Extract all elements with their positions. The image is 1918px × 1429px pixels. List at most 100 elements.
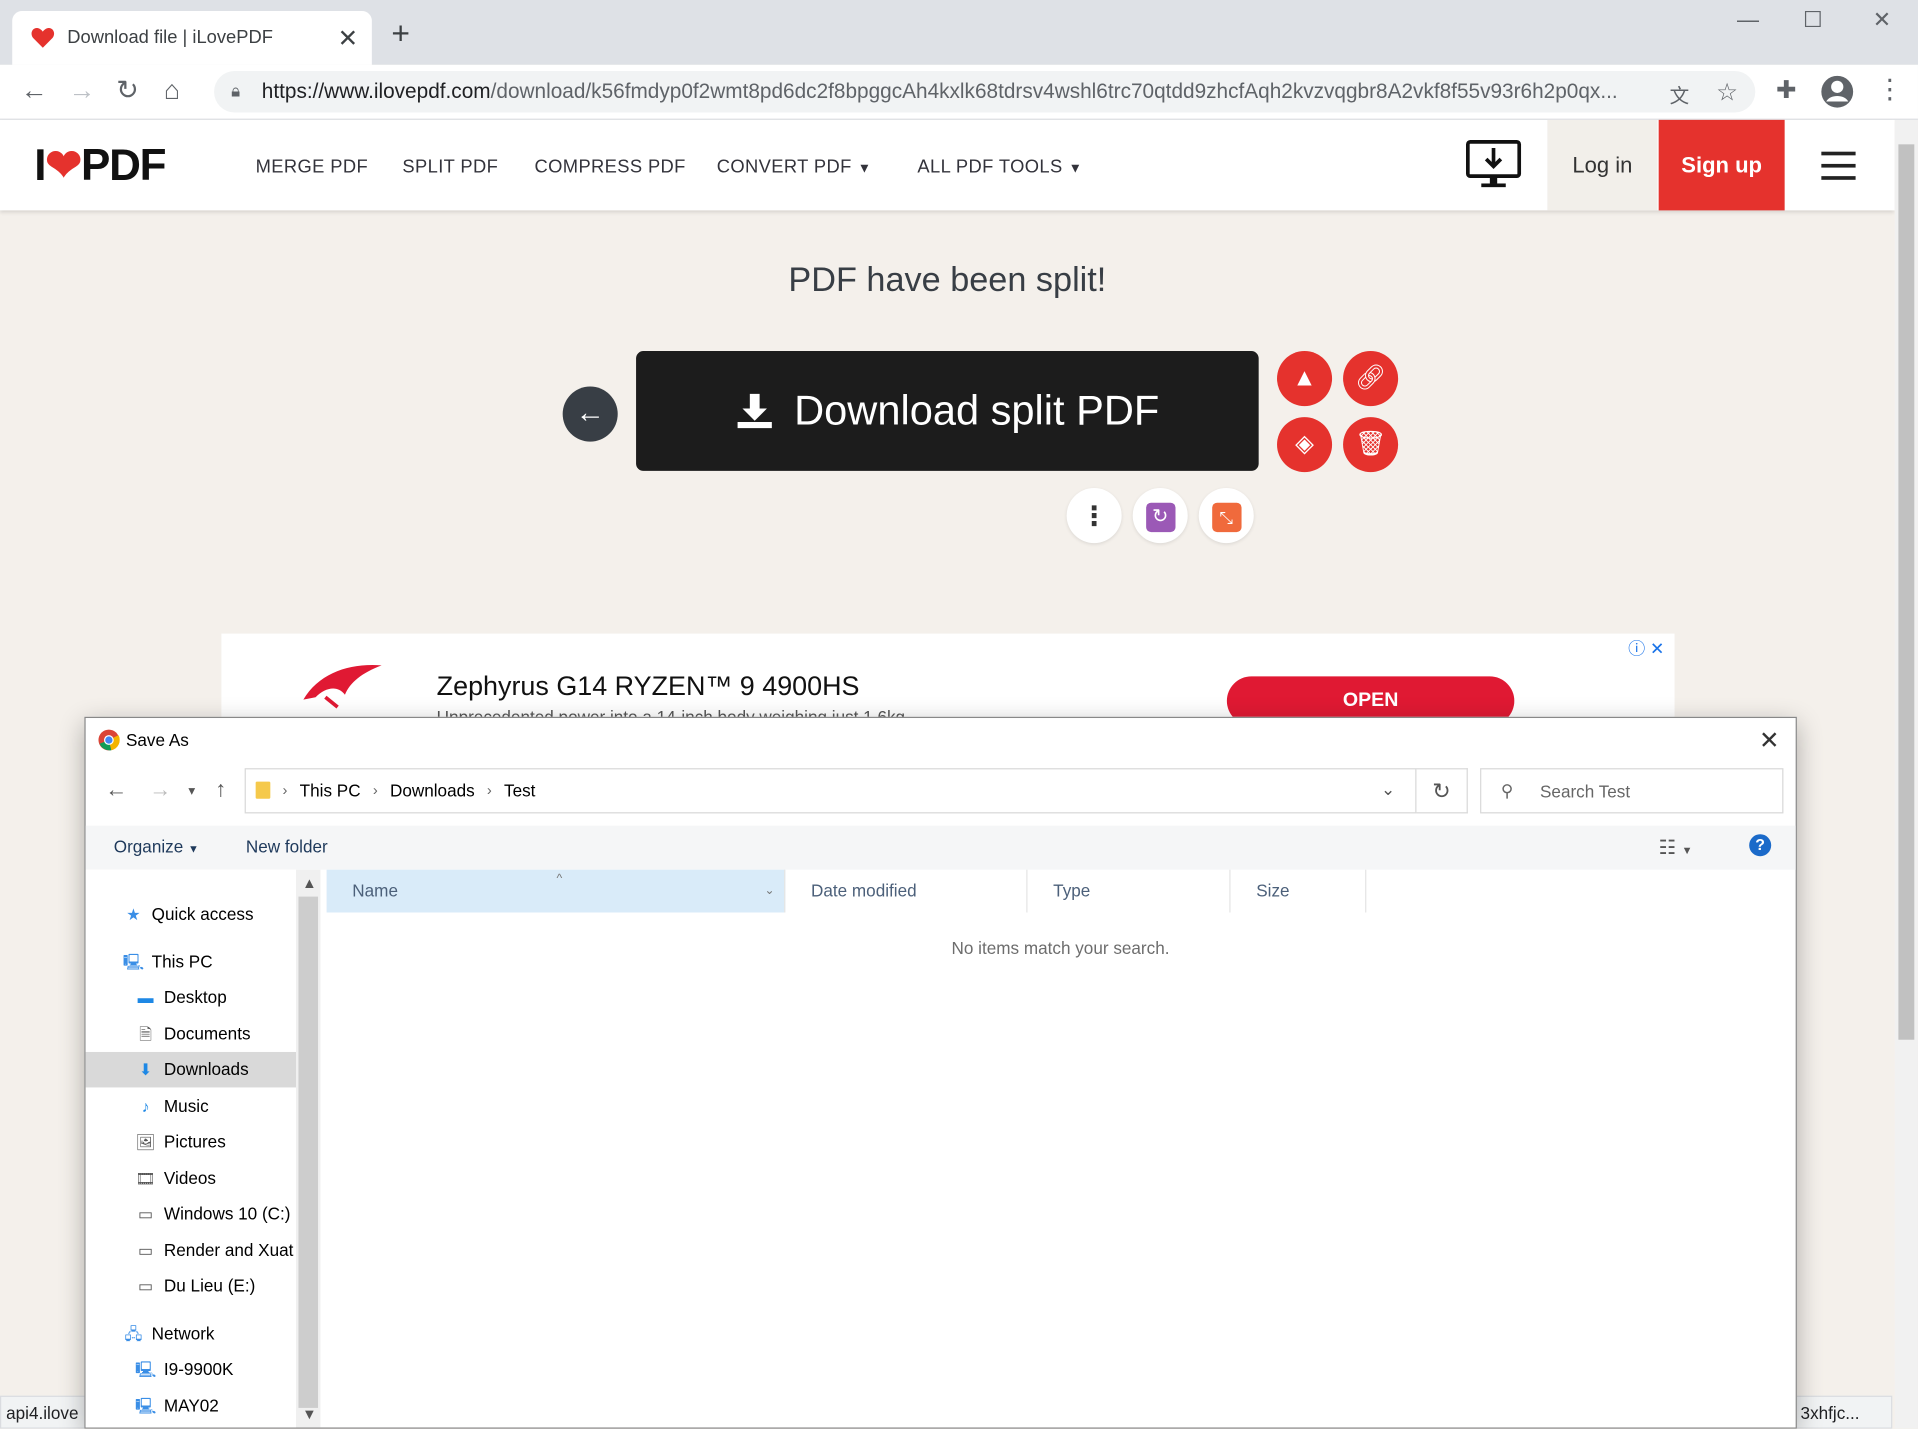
help-icon[interactable]: ? xyxy=(1749,834,1772,857)
chrome-icon xyxy=(98,729,120,751)
status-bubble-right: 3xhfjc... xyxy=(1794,1395,1893,1429)
bookmark-star-icon[interactable]: ☆ xyxy=(1716,77,1738,108)
nav-split-pdf[interactable]: SPLIT PDF xyxy=(402,157,498,178)
extensions-icon[interactable]: ✚ xyxy=(1776,78,1797,102)
menu-kebab-icon[interactable]: ⋮ xyxy=(1876,75,1903,103)
scroll-up-icon[interactable]: ▲ xyxy=(302,875,317,892)
page-title: PDF have been split! xyxy=(788,260,1107,299)
back-icon[interactable]: ← xyxy=(21,76,48,104)
nav-item[interactable]: ▬ Desktop xyxy=(86,980,296,1015)
nav-item[interactable]: ♪ Music xyxy=(86,1089,296,1124)
nav-item-label: Desktop xyxy=(163,987,227,1007)
address-bar[interactable]: 🔒︎ https://www.ilovepdf.com/download/k56… xyxy=(214,70,1756,113)
tab-close-icon[interactable]: ✕ xyxy=(338,23,359,54)
back-arrow-button[interactable]: ← xyxy=(562,386,618,442)
tab-strip: Download file | iLovePDF ✕ + — ☐ ✕ xyxy=(0,0,1918,65)
videos-icon: 🎞 xyxy=(135,1169,156,1188)
share-link-button[interactable]: 🔗︎ xyxy=(1343,351,1399,407)
organize-button[interactable]: Organize ▼ xyxy=(114,837,199,857)
new-tab-button[interactable]: + xyxy=(391,17,410,49)
tab-title: Download file | iLovePDF xyxy=(67,26,273,48)
nav-item[interactable]: 🎞 Videos xyxy=(86,1161,296,1196)
advertisement[interactable]: Zephyrus G14 RYZEN™ 9 4900HS Unprecedent… xyxy=(221,633,1675,720)
ad-open-button[interactable]: OPEN xyxy=(1226,676,1515,720)
column-date-modified[interactable]: Date modified xyxy=(785,869,1028,913)
up-folder-icon[interactable]: ↑ xyxy=(215,777,226,803)
dialog-back-icon[interactable]: ← xyxy=(105,777,127,803)
scrollbar-thumb[interactable] xyxy=(298,896,319,1408)
caret-down-icon: ▼ xyxy=(188,842,199,856)
scroll-down-icon[interactable]: ▼ xyxy=(302,1405,317,1422)
refresh-icon[interactable]: ↻ xyxy=(1416,768,1468,814)
dialog-search-input[interactable]: ⚲ Search Test xyxy=(1480,768,1784,814)
nav-item[interactable]: ⬇ Downloads xyxy=(85,1051,297,1088)
ilovepdf-logo[interactable]: I❤PDF xyxy=(34,139,166,190)
breadcrumb-test[interactable]: Test xyxy=(504,780,535,800)
nav-pane-scrollbar[interactable]: ▲ ▼ xyxy=(296,869,321,1428)
rotate-pdf-button[interactable]: ↻ xyxy=(1132,488,1188,544)
dropbox-button[interactable]: ◈ xyxy=(1277,417,1333,473)
dialog-address-bar[interactable]: › This PC › Downloads › Test ⌄ xyxy=(244,768,1417,814)
desktop-app-icon[interactable] xyxy=(1465,139,1522,190)
nav-item-label: Documents xyxy=(163,1023,251,1044)
google-drive-button[interactable]: ▲ xyxy=(1277,351,1333,407)
downloads-icon: ⬇ xyxy=(138,1060,153,1079)
maximize-icon[interactable]: ☐ xyxy=(1803,7,1823,33)
column-type[interactable]: Type xyxy=(1027,869,1231,913)
minimize-icon[interactable]: — xyxy=(1737,7,1759,33)
signup-button[interactable]: Sign up xyxy=(1658,119,1785,211)
nav-item[interactable]: 🖳 MAY02 xyxy=(86,1388,296,1423)
column-dropdown-icon[interactable]: ⌄ xyxy=(765,870,775,913)
folder-icon xyxy=(255,781,271,799)
nav-merge-pdf[interactable]: MERGE PDF xyxy=(256,157,368,178)
nav-item[interactable]: 🖼 Pictures xyxy=(86,1124,296,1159)
forward-icon[interactable]: → xyxy=(68,76,95,104)
nav-all-pdf-tools[interactable]: ALL PDF TOOLS ▼ xyxy=(917,157,1082,178)
nav-convert-pdf[interactable]: CONVERT PDF ▼ xyxy=(717,157,872,178)
nav-item[interactable]: 🖳 This PC xyxy=(86,944,296,979)
translate-icon[interactable]: 文 xyxy=(1670,80,1690,109)
nav-item[interactable]: 🗎 Documents xyxy=(86,1016,296,1051)
empty-list-message: No items match your search. xyxy=(951,938,1170,958)
home-icon[interactable]: ⌂ xyxy=(164,76,180,104)
nav-item-label: Videos xyxy=(163,1168,216,1188)
ilovepdf-favicon-icon xyxy=(31,27,55,48)
column-size[interactable]: Size xyxy=(1231,869,1367,913)
more-options-button[interactable]: ⋮ xyxy=(1066,488,1122,544)
recent-locations-icon[interactable]: ▾ xyxy=(188,783,195,799)
column-name[interactable]: Name ^ ⌄ xyxy=(326,869,786,913)
compress-pdf-button[interactable]: ⤡ xyxy=(1198,488,1254,544)
ad-info-icon[interactable]: ⓘ ✕ xyxy=(1628,636,1664,660)
nav-item[interactable]: ▭ Render and Xuat xyxy=(86,1233,296,1268)
heart-icon: ❤ xyxy=(45,139,82,190)
dialog-command-bar: Organize ▼ New folder ☷ ▼ ? xyxy=(85,825,1796,870)
close-window-icon[interactable]: ✕ xyxy=(1873,7,1891,33)
nav-item[interactable]: ★ Quick access xyxy=(86,897,296,932)
network-icon: 🖧 xyxy=(124,1324,143,1344)
nav-item-label: Music xyxy=(163,1095,209,1116)
profile-icon[interactable] xyxy=(1820,75,1854,109)
new-folder-button[interactable]: New folder xyxy=(246,837,328,857)
nav-item[interactable]: 🖧 Network xyxy=(86,1316,296,1351)
download-split-pdf-button[interactable]: Download split PDF xyxy=(636,351,1259,471)
dialog-close-icon[interactable]: ✕ xyxy=(1759,725,1780,756)
computer-icon: 🖳 xyxy=(134,1396,157,1416)
delete-button[interactable]: 🗑︎ xyxy=(1343,417,1399,473)
dialog-forward-icon[interactable]: → xyxy=(149,777,171,803)
hamburger-menu-icon[interactable] xyxy=(1821,151,1856,180)
breadcrumb: › This PC › Downloads › Test xyxy=(255,780,535,800)
nav-item[interactable]: ▭ Du Lieu (E:) xyxy=(86,1268,296,1303)
nav-item[interactable]: 🖳 I9-9900K xyxy=(86,1352,296,1387)
nav-item[interactable]: ▭ Windows 10 (C:) xyxy=(86,1196,296,1231)
address-dropdown-icon[interactable]: ⌄ xyxy=(1381,779,1395,800)
caret-down-icon: ▼ xyxy=(857,161,872,177)
login-button[interactable]: Log in xyxy=(1547,119,1658,211)
nav-compress-pdf[interactable]: COMPRESS PDF xyxy=(535,157,686,178)
tab-active[interactable]: Download file | iLovePDF ✕ xyxy=(12,11,372,65)
page-scrollbar-thumb[interactable] xyxy=(1898,144,1915,1040)
breadcrumb-this-pc[interactable]: This PC xyxy=(300,780,361,800)
view-options-icon[interactable]: ☷ ▼ xyxy=(1659,835,1693,859)
search-icon: ⚲ xyxy=(1500,780,1514,800)
reload-icon[interactable]: ↻ xyxy=(116,76,139,104)
breadcrumb-downloads[interactable]: Downloads xyxy=(390,780,475,800)
